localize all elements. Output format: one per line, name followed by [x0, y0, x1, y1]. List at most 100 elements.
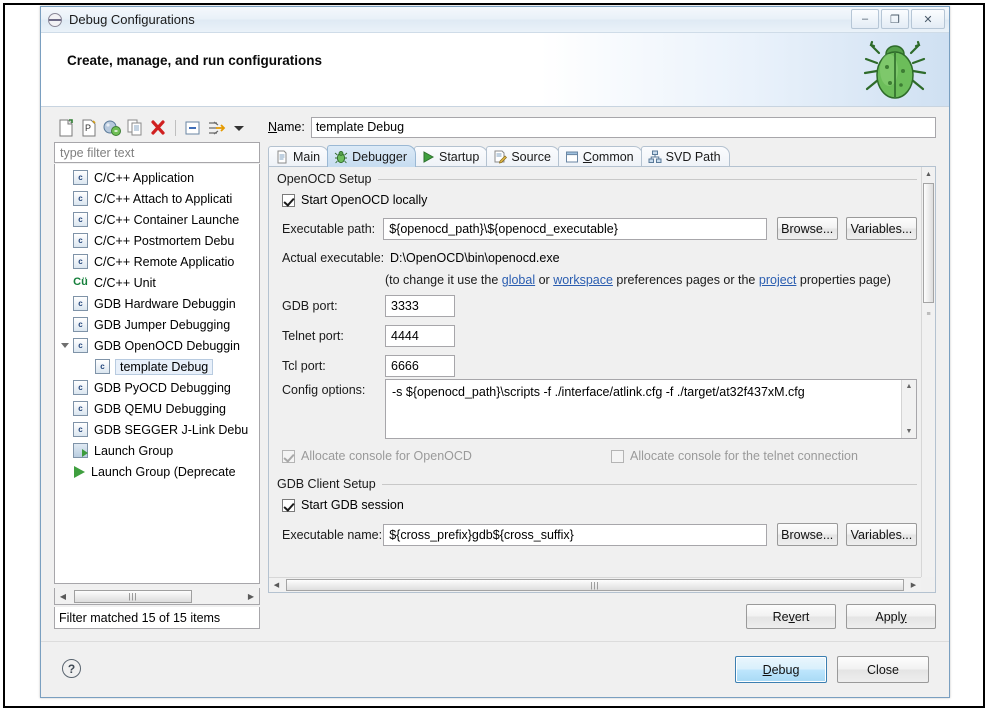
panel-vertical-scrollbar[interactable]: ▲ ≡: [921, 167, 935, 577]
c-config-icon: c: [73, 254, 88, 269]
start-openocd-locally-row[interactable]: Start OpenOCD locally: [282, 193, 427, 207]
duplicate-icon[interactable]: [125, 118, 145, 138]
delete-icon[interactable]: [148, 118, 168, 138]
executable-path-variables-button[interactable]: Variables...: [845, 217, 917, 240]
c-config-icon: c: [73, 338, 88, 353]
hint-suffix: properties page): [796, 273, 891, 287]
panel-horizontal-scrollbar[interactable]: ◀ ||| ▶: [269, 577, 921, 592]
start-gdb-session-checkbox[interactable]: [282, 498, 295, 512]
cunit-icon: Cü: [73, 276, 88, 288]
panel-scroll-right-arrow[interactable]: ▶: [906, 579, 921, 592]
gdb-executable-variables-button[interactable]: Variables...: [845, 523, 917, 546]
start-gdb-session-label: Start GDB session: [301, 498, 404, 512]
tree-item[interactable]: c template Debug: [55, 356, 259, 377]
start-openocd-locally-label: Start OpenOCD locally: [301, 193, 428, 207]
tree-item[interactable]: c C/C++ Application: [55, 167, 259, 188]
workspace-preferences-link[interactable]: workspace: [553, 273, 613, 287]
scroll-right-arrow[interactable]: ▶: [243, 589, 259, 604]
close-button[interactable]: ✕: [911, 9, 945, 29]
minimize-button[interactable]: –: [851, 9, 879, 29]
tree-item[interactable]: Launch Group (Deprecate: [55, 461, 259, 482]
gdb-executable-name-input[interactable]: ${cross_prefix}gdb${cross_suffix}: [383, 523, 767, 546]
executable-path-input[interactable]: ${openocd_path}\${openocd_executable}: [383, 217, 767, 240]
filter-icon[interactable]: [206, 118, 226, 138]
expander-arrow-icon[interactable]: [61, 343, 69, 351]
scroll-left-arrow[interactable]: ◀: [55, 589, 71, 604]
tree-item[interactable]: c C/C++ Attach to Applicati: [55, 188, 259, 209]
tab-common[interactable]: Common: [557, 146, 643, 167]
debugger-panel-content: OpenOCD Setup Start OpenOCD locally Exec…: [269, 167, 921, 577]
tree-item[interactable]: c GDB QEMU Debugging: [55, 398, 259, 419]
c-config-icon: c: [73, 422, 88, 437]
tree-item[interactable]: c GDB Hardware Debuggin: [55, 293, 259, 314]
global-preferences-link[interactable]: global: [502, 273, 535, 287]
gdb-port-input[interactable]: 3333: [385, 295, 455, 317]
configurations-tree[interactable]: c C/C++ Application c C/C++ Attach to Appli…: [54, 164, 260, 584]
collapse-all-icon[interactable]: [183, 118, 203, 138]
tab-main[interactable]: Main: [268, 146, 330, 167]
panel-scroll-up-arrow[interactable]: ▲: [922, 167, 935, 181]
common-tab-icon: [565, 150, 579, 164]
tree-item[interactable]: Launch Group: [55, 440, 259, 461]
tree-item[interactable]: c GDB SEGGER J-Link Debu: [55, 419, 259, 440]
tab-startup[interactable]: Startup: [414, 146, 489, 167]
tree-item[interactable]: c GDB PyOCD Debugging: [55, 377, 259, 398]
new-prototype-icon[interactable]: P: [79, 118, 99, 138]
tree-item-label: GDB OpenOCD Debuggin: [94, 338, 240, 353]
telnet-port-row: Telnet port: 4444: [282, 325, 455, 347]
window-controls: – ❐ ✕: [851, 9, 945, 29]
green-bug-icon: [863, 40, 927, 99]
tree-item[interactable]: c GDB OpenOCD Debuggin: [55, 335, 259, 356]
tab-bar-filler: [727, 145, 936, 167]
new-launch-configuration-icon[interactable]: [56, 118, 76, 138]
project-properties-link[interactable]: project: [759, 273, 797, 287]
start-gdb-session-row[interactable]: Start GDB session: [282, 498, 404, 512]
executable-path-browse-button[interactable]: Browse...: [776, 217, 838, 240]
tcl-port-label: Tcl port:: [282, 359, 326, 373]
tab-source[interactable]: Source: [486, 146, 560, 167]
actual-executable-value: D:\OpenOCD\bin\openocd.exe: [385, 247, 560, 269]
view-menu-icon[interactable]: [229, 118, 249, 138]
help-question-icon[interactable]: ?: [62, 659, 81, 678]
tab-svd-path[interactable]: SVD Path: [640, 146, 730, 167]
debug-button[interactable]: Debug: [735, 656, 827, 683]
tree-item[interactable]: c C/C++ Remote Applicatio: [55, 251, 259, 272]
apply-button[interactable]: Appl y: [846, 604, 936, 629]
export-icon[interactable]: [102, 118, 122, 138]
tree-item[interactable]: c C/C++ Container Launche: [55, 209, 259, 230]
config-options-scrollbar[interactable]: ▲ ▼: [901, 380, 916, 438]
close-dialog-button[interactable]: Close: [837, 656, 929, 683]
tree-item[interactable]: Cü C/C++ Unit: [55, 272, 259, 293]
panel-scroll-left-arrow[interactable]: ◀: [269, 579, 284, 592]
tab-bar: Main Debugger Startup Source Common SVD …: [268, 145, 936, 167]
telnet-port-input[interactable]: 4444: [385, 325, 455, 347]
config-scroll-up-arrow[interactable]: ▲: [902, 380, 916, 393]
maximize-button[interactable]: ❐: [881, 9, 909, 29]
tree-item[interactable]: c C/C++ Postmortem Debu: [55, 230, 259, 251]
panel-vscroll-thumb[interactable]: [923, 183, 934, 303]
gdb-executable-name-label: Executable name:: [282, 527, 383, 542]
tcl-port-input[interactable]: 6666: [385, 355, 455, 377]
window-title: Debug Configurations: [69, 12, 195, 27]
gdb-executable-browse-button[interactable]: Browse...: [776, 523, 838, 546]
tree-horizontal-scrollbar[interactable]: ◀ ||| ▶: [54, 588, 260, 605]
config-options-textarea[interactable]: -s ${openocd_path}\scripts -f ./interfac…: [385, 379, 917, 439]
tree-item-label: C/C++ Postmortem Debu: [94, 233, 235, 248]
tree-item[interactable]: c GDB Jumper Debugging: [55, 314, 259, 335]
name-input[interactable]: template Debug: [310, 116, 936, 138]
tab-debugger[interactable]: Debugger: [327, 145, 416, 167]
tree-scroll-thumb[interactable]: |||: [74, 589, 192, 603]
allocate-console-openocd-checkbox[interactable]: [282, 449, 295, 463]
allocate-console-telnet-row[interactable]: Allocate console for the telnet connecti…: [611, 449, 858, 463]
config-scroll-down-arrow[interactable]: ▼: [902, 425, 916, 438]
allocate-console-telnet-checkbox[interactable]: [611, 449, 624, 463]
executable-path-row: Executable path: ${openocd_path}\${openo…: [282, 217, 917, 240]
name-label: Name:: [268, 120, 305, 134]
tab-label: Startup: [439, 150, 480, 164]
filter-input[interactable]: type filter text: [54, 142, 260, 163]
panel-hscroll-thumb[interactable]: |||: [286, 579, 904, 591]
start-openocd-locally-checkbox[interactable]: [282, 193, 295, 207]
gdb-executable-name-row: Executable name: ${cross_prefix}gdb${cro…: [282, 523, 917, 546]
allocate-console-openocd-row[interactable]: Allocate console for OpenOCD: [282, 449, 472, 463]
revert-button[interactable]: Re v ert: [746, 604, 836, 629]
